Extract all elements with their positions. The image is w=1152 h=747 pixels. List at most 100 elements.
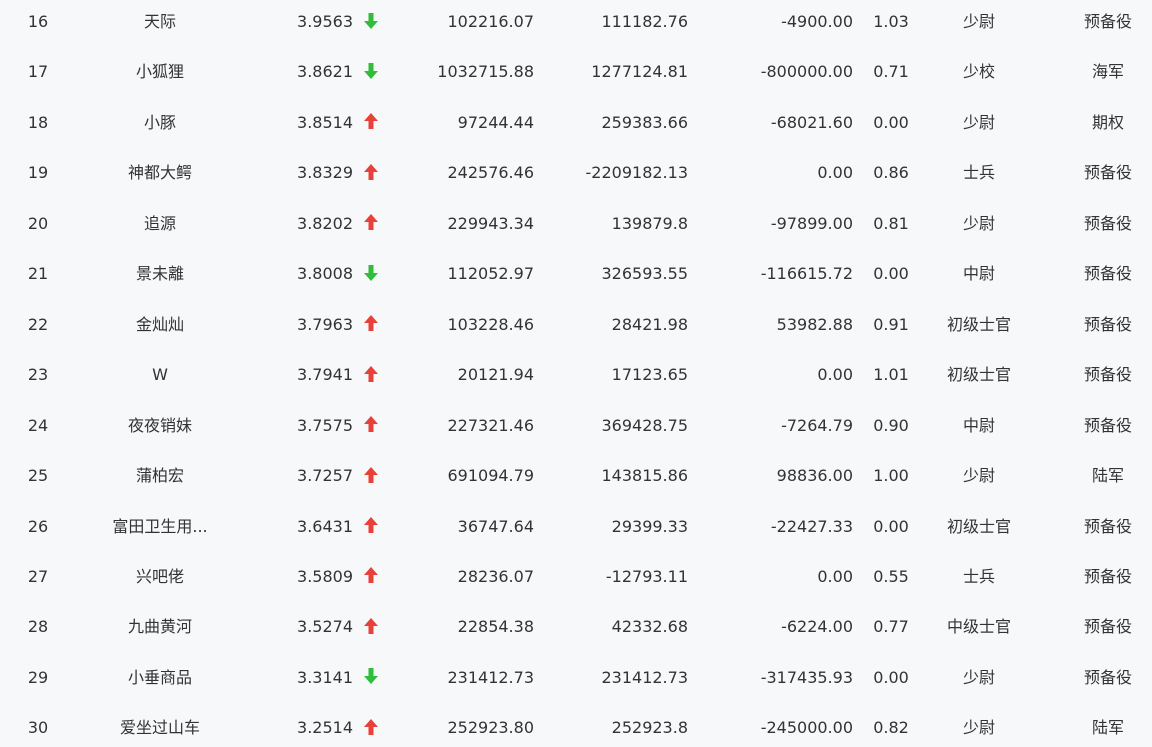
branch-cell: 预备役	[1083, 667, 1132, 687]
branch-cell: 预备役	[1083, 415, 1132, 435]
ratio-cell: 0.71	[873, 62, 909, 82]
value1-cell: 229943.34	[447, 213, 534, 233]
name-cell: 九曲黄河	[127, 617, 192, 637]
value3-cell: 0.00	[817, 365, 853, 385]
value2-cell: 111182.76	[601, 12, 688, 31]
value3-cell: -22427.33	[770, 516, 853, 536]
value3-cell: -6224.00	[781, 617, 853, 637]
rank-cell: 21	[27, 264, 49, 284]
ratio-cell: 0.86	[873, 163, 909, 183]
ratio-cell: 0.00	[873, 264, 909, 284]
name-cell: 追源	[143, 213, 176, 233]
value1-cell: 20121.94	[457, 365, 534, 385]
name-cell: 神都大鳄	[127, 163, 192, 183]
title-cell: 少尉	[962, 718, 995, 738]
arrow-up-icon	[362, 199, 380, 249]
title-cell: 初级士官	[946, 314, 1011, 334]
arrow-up-icon	[362, 552, 380, 602]
table-row[interactable]: 28 九曲黄河 3.5274 22854.38 42332.68 -6224.00 0.77…	[0, 602, 1152, 652]
arrow-up-icon	[362, 148, 380, 198]
table-row[interactable]: 24 夜夜销妹 3.7575 227321.46 369428.75 -7264.79 0.…	[0, 401, 1152, 451]
value2-cell: 326593.55	[601, 264, 688, 284]
arrow-down-icon	[362, 249, 380, 299]
table-row[interactable]: 16 天际 3.9563 102216.07 111182.76 -4900.00 1.03…	[0, 0, 1152, 47]
rank-cell: 19	[27, 163, 49, 183]
value2-cell: 259383.66	[601, 112, 688, 132]
score-cell: 3.9563	[297, 12, 353, 31]
table-row[interactable]: 18 小豚 3.8514 97244.44 259383.66 -68021.60 0.00…	[0, 98, 1152, 148]
table-row[interactable]: 23 W 3.7941 20121.94 17123.65 0.00 1.01 初级士官 预备役	[0, 350, 1152, 400]
ratio-cell: 0.82	[873, 718, 909, 738]
name-cell: 富田卫生用...	[112, 516, 208, 536]
value1-cell: 227321.46	[447, 415, 534, 435]
value1-cell: 231412.73	[447, 667, 534, 687]
rank-cell: 24	[27, 415, 49, 435]
table-row[interactable]: 30 爱坐过山车 3.2514 252923.80 252923.8 -245000.00…	[0, 703, 1152, 747]
branch-cell: 预备役	[1083, 617, 1132, 637]
arrow-up-icon	[362, 703, 380, 747]
table-row[interactable]: 25 蒲柏宏 3.7257 691094.79 143815.86 98836.00 1.0…	[0, 451, 1152, 501]
rank-cell: 27	[27, 566, 49, 586]
name-cell: 夜夜销妹	[127, 415, 192, 435]
title-cell: 士兵	[962, 163, 995, 183]
branch-cell: 预备役	[1083, 213, 1132, 233]
branch-cell: 期权	[1091, 112, 1124, 132]
table-row[interactable]: 21 景未離 3.8008 112052.97 326593.55 -116615.72 0…	[0, 249, 1152, 299]
name-cell: 景未離	[135, 264, 184, 284]
score-cell: 3.7257	[297, 466, 353, 486]
value1-cell: 252923.80	[447, 718, 534, 738]
name-cell: 小垂商品	[127, 667, 192, 687]
table-row[interactable]: 27 兴吧佬 3.5809 28236.07 -12793.11 0.00 0.55 士兵 预备…	[0, 552, 1152, 602]
value2-cell: 231412.73	[601, 667, 688, 687]
value2-cell: -2209182.13	[585, 163, 688, 183]
table-row[interactable]: 26 富田卫生用... 3.6431 36747.64 29399.33 -22427.3…	[0, 502, 1152, 552]
value2-cell: -12793.11	[605, 566, 688, 586]
rank-cell: 25	[27, 466, 49, 486]
name-cell: 天际	[143, 12, 176, 31]
value1-cell: 691094.79	[447, 466, 534, 486]
title-cell: 少尉	[962, 466, 995, 486]
arrow-up-icon	[362, 401, 380, 451]
ratio-cell: 1.03	[873, 12, 909, 31]
branch-cell: 海军	[1091, 62, 1124, 82]
branch-cell: 预备役	[1083, 566, 1132, 586]
table-row[interactable]: 17 小狐狸 3.8621 1032715.88 1277124.81 -800000.0…	[0, 47, 1152, 97]
ratio-cell: 0.00	[873, 112, 909, 132]
title-cell: 少尉	[962, 667, 995, 687]
arrow-up-icon	[362, 300, 380, 350]
name-cell: W	[152, 365, 168, 385]
ratio-cell: 1.00	[873, 466, 909, 486]
rank-cell: 23	[27, 365, 49, 385]
value3-cell: -97899.00	[770, 213, 853, 233]
title-cell: 中尉	[962, 264, 995, 284]
rank-cell: 22	[27, 314, 49, 334]
score-cell: 3.7575	[297, 415, 353, 435]
value1-cell: 22854.38	[457, 617, 534, 637]
value3-cell: -68021.60	[770, 112, 853, 132]
value2-cell: 252923.8	[611, 718, 688, 738]
title-cell: 少校	[962, 62, 995, 82]
ratio-cell: 1.01	[873, 365, 909, 385]
value2-cell: 1277124.81	[591, 62, 688, 82]
title-cell: 少尉	[962, 213, 995, 233]
score-cell: 3.8008	[297, 264, 353, 284]
value3-cell: -116615.72	[760, 264, 853, 284]
table-row[interactable]: 29 小垂商品 3.3141 231412.73 231412.73 -317435.93…	[0, 653, 1152, 703]
value1-cell: 112052.97	[447, 264, 534, 284]
value1-cell: 28236.07	[457, 566, 534, 586]
table-row[interactable]: 22 金灿灿 3.7963 103228.46 28421.98 53982.88 0.91…	[0, 300, 1152, 350]
rank-cell: 30	[27, 718, 49, 738]
branch-cell: 预备役	[1083, 516, 1132, 536]
score-cell: 3.8202	[297, 213, 353, 233]
title-cell: 中尉	[962, 415, 995, 435]
table-row[interactable]: 20 追源 3.8202 229943.34 139879.8 -97899.00 0.81…	[0, 199, 1152, 249]
rank-cell: 20	[27, 213, 49, 233]
value2-cell: 143815.86	[601, 466, 688, 486]
arrow-up-icon	[362, 350, 380, 400]
rank-cell: 26	[27, 516, 49, 536]
arrow-down-icon	[362, 653, 380, 703]
table-row[interactable]: 19 神都大鳄 3.8329 242576.46 -2209182.13 0.00 0.86…	[0, 148, 1152, 198]
value2-cell: 42332.68	[611, 617, 688, 637]
score-cell: 3.8329	[297, 163, 353, 183]
name-cell: 兴吧佬	[135, 566, 184, 586]
